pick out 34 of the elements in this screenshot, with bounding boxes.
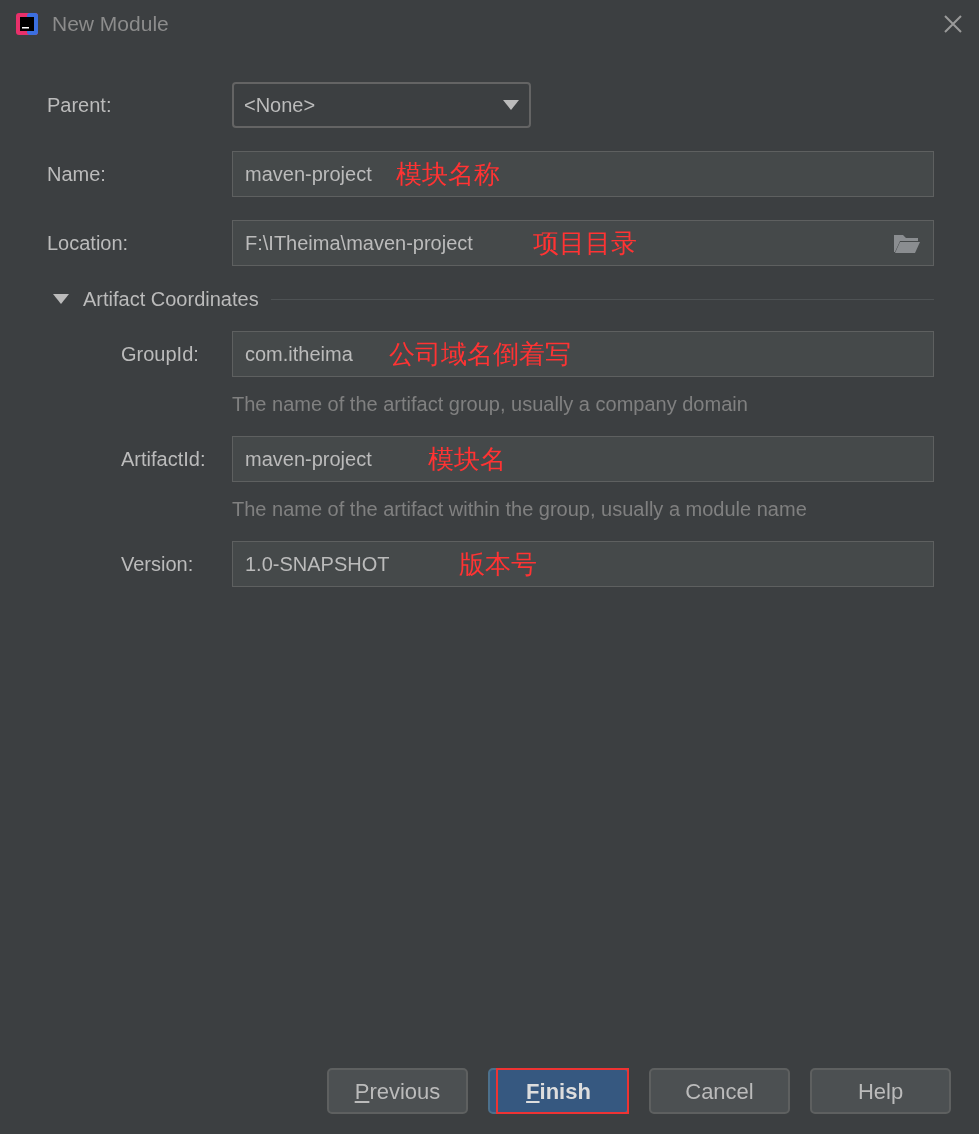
- field-value: maven-project: [245, 447, 372, 472]
- dialog-button[interactable]: Cancel: [649, 1068, 790, 1114]
- text-field[interactable]: com.itheima 公司域名倒着写: [232, 331, 934, 377]
- field-label: GroupId:: [121, 342, 200, 367]
- section-title: Artifact Coordinates: [83, 287, 259, 312]
- dialog-button[interactable]: Help: [810, 1068, 951, 1114]
- text-field[interactable]: F:\ITheima\maven-project 项目目录: [232, 220, 934, 266]
- field-label: Parent:: [47, 93, 113, 118]
- folder-icon[interactable]: [893, 232, 921, 254]
- hint-text: The name of the artifact within the group, usually a module name: [232, 497, 808, 522]
- parent-dropdown[interactable]: <None>: [232, 82, 531, 128]
- field-label: Name:: [47, 162, 107, 187]
- hint-text: The name of the artifact group, usually a company domain: [232, 392, 749, 417]
- field-label: ArtifactId:: [121, 447, 207, 472]
- text-field[interactable]: 1.0-SNAPSHOT 版本号: [232, 541, 934, 587]
- annotation-text: 模块名称: [395, 157, 500, 191]
- text-field[interactable]: maven-project 模块名称: [232, 151, 934, 197]
- text-field[interactable]: maven-project 模块名: [232, 436, 934, 482]
- annotation-text: 版本号: [459, 547, 538, 581]
- field-value: 1.0-SNAPSHOT: [245, 552, 390, 577]
- annotation-text: 模块名: [427, 442, 506, 476]
- window-title: New Module: [52, 11, 169, 38]
- field-value: com.itheima: [245, 342, 353, 367]
- dialog-button[interactable]: Previous: [327, 1068, 468, 1114]
- field-value: F:\ITheima\maven-project: [245, 231, 473, 256]
- app-logo-icon: [16, 13, 38, 35]
- field-value: maven-project: [245, 162, 372, 187]
- field-label: Location:: [47, 231, 130, 256]
- close-icon[interactable]: [943, 14, 963, 34]
- dropdown-arrow-icon: [503, 100, 519, 110]
- field-label: Version:: [121, 552, 195, 577]
- annotation-text: 项目目录: [532, 226, 637, 260]
- annotation-text: 公司域名倒着写: [388, 337, 571, 371]
- dialog-button[interactable]: Finish: [488, 1068, 629, 1114]
